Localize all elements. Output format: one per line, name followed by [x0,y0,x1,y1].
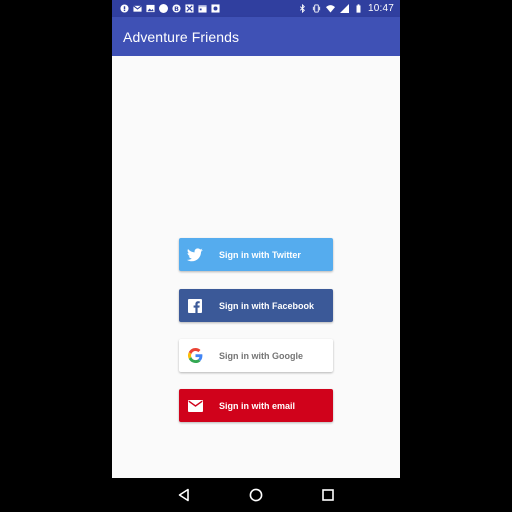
status-system-icons: 10:47 [298,3,400,14]
vibrate-icon [312,4,321,13]
sign-in-google-label: Sign in with Google [219,350,303,361]
sign-in-email-label: Sign in with email [219,400,296,411]
image-icon [146,4,155,13]
sign-in-content: Sign in with Twitter Sign in with Facebo… [112,56,400,478]
email-icon [179,389,211,422]
sign-in-facebook-button[interactable]: Sign in with Facebook [179,289,333,322]
app-title: Adventure Friends [123,28,240,45]
notification-icon [120,4,129,13]
circle-icon [159,4,168,13]
status-time: 10:47 [367,3,394,14]
bitcoin-icon: B [172,4,181,13]
svg-text:B: B [174,6,179,13]
gmail-icon [133,4,142,13]
sign-in-twitter-button[interactable]: Sign in with Twitter [179,238,333,271]
home-icon[interactable] [248,487,264,503]
sign-in-facebook-label: Sign in with Facebook [219,300,315,311]
notification-mute-icon [185,4,194,13]
facebook-icon [179,289,211,322]
photo-icon [211,4,220,13]
calendar-icon [198,4,207,13]
phone-screen: B 10:47 Adventure Friends Sign in with T… [112,0,400,512]
wifi-icon [325,4,335,13]
recents-icon[interactable] [320,487,336,503]
status-notification-icons: B [112,4,220,13]
sign-in-google-button[interactable]: Sign in with Google [179,339,333,372]
bluetooth-icon [298,4,307,13]
google-icon [179,339,211,372]
battery-icon [354,4,363,13]
app-bar: Adventure Friends [112,17,400,56]
twitter-icon [179,238,211,271]
sign-in-twitter-label: Sign in with Twitter [219,249,301,260]
sign-in-email-button[interactable]: Sign in with email [179,389,333,422]
system-nav-bar [112,478,400,512]
signal-icon [339,4,349,13]
back-icon[interactable] [176,487,192,503]
status-bar: B 10:47 [112,0,400,17]
